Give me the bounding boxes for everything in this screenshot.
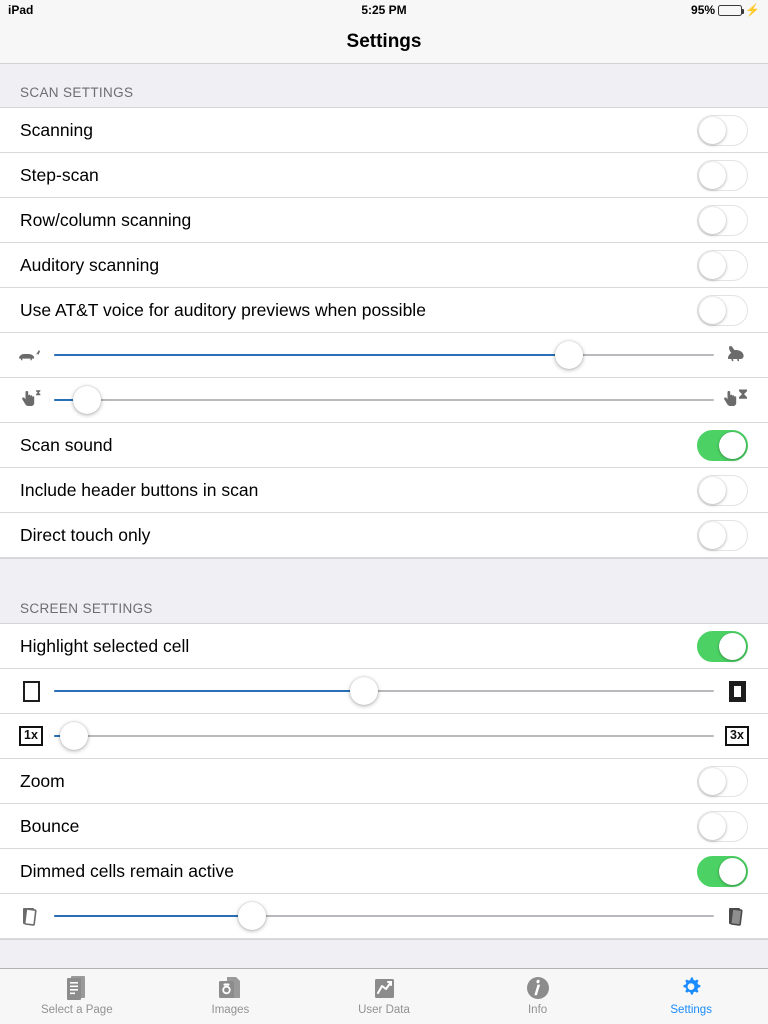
row-label: Dimmed cells remain active bbox=[20, 860, 234, 881]
row-scan-speed-slider[interactable] bbox=[0, 333, 768, 378]
row-highlight-selected-cell[interactable]: Highlight selected cell bbox=[0, 624, 768, 669]
row-auditory-scanning[interactable]: Auditory scanning bbox=[0, 243, 768, 288]
thick-border-square-icon bbox=[724, 678, 750, 704]
switch-att-voice[interactable] bbox=[697, 294, 748, 326]
row-dim-level-slider[interactable] bbox=[0, 894, 768, 939]
row-att-voice[interactable]: Use AT&T voice for auditory previews whe… bbox=[0, 288, 768, 333]
row-dimmed-cells-remain-active[interactable]: Dimmed cells remain active bbox=[0, 849, 768, 894]
row-label: Use AT&T voice for auditory previews whe… bbox=[20, 299, 426, 320]
cards-dark-icon bbox=[724, 903, 750, 929]
1x-badge-label: 1x bbox=[19, 726, 43, 746]
lightning-bolt-icon: ⚡ bbox=[745, 3, 760, 17]
thin-border-square-icon bbox=[18, 678, 44, 704]
section-header-speech-output-settings: SPEECH OUTPUT SETTINGS bbox=[0, 939, 768, 968]
section-header-screen-settings: SCREEN SETTINGS bbox=[0, 558, 768, 624]
slider-fill bbox=[54, 354, 569, 356]
row-label: Row/column scanning bbox=[20, 209, 192, 230]
slider-track[interactable] bbox=[54, 721, 714, 751]
row-zoom-magnification-slider[interactable]: 1x 3x bbox=[0, 714, 768, 759]
tab-bar: Select a Page Images User Data Info Sett… bbox=[0, 968, 768, 1024]
switch-auditory-scanning[interactable] bbox=[697, 249, 748, 281]
section-header-scan-settings: SCAN SETTINGS bbox=[0, 64, 768, 108]
slider-thumb bbox=[238, 902, 266, 930]
row-direct-touch-only[interactable]: Direct touch only bbox=[0, 513, 768, 558]
tab-images[interactable]: Images bbox=[154, 972, 308, 1016]
cards-light-icon bbox=[18, 903, 44, 929]
tab-label: User Data bbox=[358, 1004, 410, 1016]
switch-scanning[interactable] bbox=[697, 114, 748, 146]
battery-percent-label: 95% bbox=[691, 3, 716, 17]
row-label: Scanning bbox=[20, 119, 93, 140]
slider-thumb bbox=[350, 677, 379, 705]
tab-label: Info bbox=[527, 1004, 548, 1016]
battery-icon bbox=[718, 4, 745, 16]
switch-step-scan[interactable] bbox=[697, 159, 748, 191]
switch-include-header-buttons[interactable] bbox=[697, 474, 748, 506]
3x-badge-label: 3x bbox=[725, 726, 749, 746]
switch-row-column-scanning[interactable] bbox=[697, 204, 748, 236]
row-step-scan[interactable]: Step-scan bbox=[0, 153, 768, 198]
switch-dimmed-cells-remain-active[interactable] bbox=[697, 855, 748, 887]
navigation-bar: Settings bbox=[0, 20, 768, 64]
slider-track[interactable] bbox=[54, 901, 714, 931]
1x-badge-icon: 1x bbox=[18, 723, 44, 749]
tab-select-a-page[interactable]: Select a Page bbox=[0, 972, 154, 1016]
hand-slow-icon bbox=[724, 387, 750, 413]
book-pages-icon bbox=[64, 972, 90, 1003]
slider-track[interactable] bbox=[54, 676, 714, 706]
row-label: Zoom bbox=[20, 770, 65, 791]
row-bounce[interactable]: Bounce bbox=[0, 804, 768, 849]
row-scan-sound[interactable]: Scan sound bbox=[0, 423, 768, 468]
switch-direct-touch-only[interactable] bbox=[697, 519, 748, 551]
3x-badge-icon: 3x bbox=[724, 723, 750, 749]
slider-thumb bbox=[73, 386, 101, 414]
row-label: Scan sound bbox=[20, 434, 113, 455]
row-label: Highlight selected cell bbox=[20, 635, 190, 656]
row-row-column-scanning[interactable]: Row/column scanning bbox=[0, 198, 768, 243]
row-label: Direct touch only bbox=[20, 524, 151, 545]
slider-fill bbox=[54, 690, 365, 692]
hand-fast-icon bbox=[18, 387, 44, 413]
chart-line-icon bbox=[371, 972, 397, 1003]
slider-track[interactable] bbox=[54, 385, 714, 415]
photo-camera-icon bbox=[217, 972, 243, 1003]
row-zoom[interactable]: Zoom bbox=[0, 759, 768, 804]
turtle-icon bbox=[18, 342, 44, 368]
slider-thumb bbox=[554, 341, 583, 369]
slider-fill bbox=[54, 915, 252, 917]
switch-highlight-selected-cell[interactable] bbox=[697, 630, 748, 662]
tab-label: Settings bbox=[670, 1004, 712, 1016]
status-bar: iPad 5:25 PM 95% ⚡ bbox=[0, 0, 768, 20]
row-label: Bounce bbox=[20, 815, 80, 836]
tab-user-data[interactable]: User Data bbox=[307, 972, 461, 1016]
row-scanning[interactable]: Scanning bbox=[0, 108, 768, 153]
switch-bounce[interactable] bbox=[697, 810, 748, 842]
row-highlight-border-width-slider[interactable] bbox=[0, 669, 768, 714]
switch-zoom[interactable] bbox=[697, 765, 748, 797]
tab-label: Select a Page bbox=[40, 1004, 113, 1016]
rabbit-icon bbox=[724, 342, 750, 368]
page-title: Settings bbox=[346, 30, 422, 52]
row-label: Include header buttons in scan bbox=[20, 479, 259, 500]
gear-icon bbox=[678, 972, 704, 1003]
row-include-header-buttons[interactable]: Include header buttons in scan bbox=[0, 468, 768, 513]
slider-thumb bbox=[59, 722, 88, 750]
info-circle-icon bbox=[525, 972, 551, 1003]
switch-scan-sound[interactable] bbox=[697, 429, 748, 461]
slider-track[interactable] bbox=[54, 340, 714, 370]
settings-list[interactable]: SCAN SETTINGS Scanning Step-scan Row/col… bbox=[0, 64, 768, 968]
ipad-settings-screen: iPad 5:25 PM 95% ⚡ Messaging enabled Set… bbox=[0, 0, 768, 1024]
status-clock: 5:25 PM bbox=[361, 3, 407, 17]
tab-settings[interactable]: Settings bbox=[614, 972, 768, 1016]
row-label: Step-scan bbox=[20, 164, 99, 185]
row-scan-delay-slider[interactable] bbox=[0, 378, 768, 423]
tab-info[interactable]: Info bbox=[461, 972, 615, 1016]
row-label: Auditory scanning bbox=[20, 254, 160, 275]
tab-label: Images bbox=[211, 1004, 250, 1016]
